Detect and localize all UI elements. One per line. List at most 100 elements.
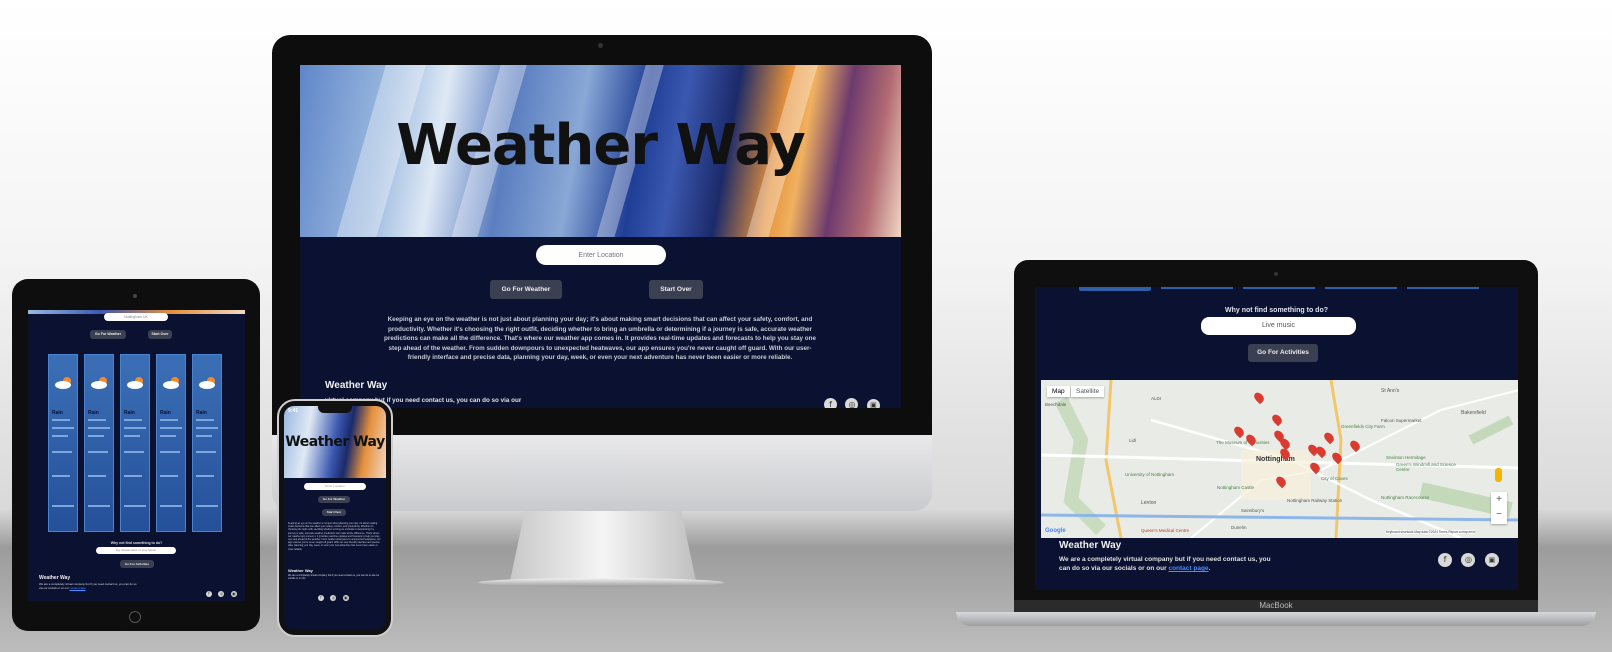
forecast-card-edge <box>1161 287 1233 289</box>
ipad-camera <box>133 294 137 298</box>
activities-prompt: Why not find something to do? <box>110 541 163 545</box>
forecast-condition: Rain <box>88 410 99 416</box>
macbook-base <box>956 612 1596 626</box>
footer-text: We are a completely virtual company but … <box>288 574 380 581</box>
map-place-label: Dunelm <box>1231 525 1247 530</box>
cloudy-sun-icon <box>91 377 107 389</box>
forecast-condition: Rain <box>52 410 63 416</box>
forecast-condition: Rain <box>196 410 207 416</box>
linkedin-icon[interactable]: ▣ <box>342 595 349 601</box>
facebook-icon[interactable]: f <box>318 595 324 601</box>
start-over-button[interactable]: Start Over <box>322 509 346 516</box>
map-place-label: St Ann's <box>1381 388 1400 394</box>
map-type-map-button[interactable]: Map <box>1047 386 1070 397</box>
location-input[interactable] <box>536 245 666 265</box>
map-place-label: Lenton <box>1141 500 1157 506</box>
map-place-label: The Museum of Curiosities <box>1216 440 1270 445</box>
forecast-card-edge <box>1079 287 1151 291</box>
go-for-activities-button[interactable]: Go For Activities <box>1248 344 1318 362</box>
cloudy-sun-icon <box>199 377 215 389</box>
start-over-button[interactable]: Start Over <box>649 280 703 299</box>
cloudy-sun-icon <box>127 377 143 389</box>
start-over-button[interactable]: Start Over <box>148 330 172 339</box>
map-place-label: Bakersfield <box>1461 410 1486 416</box>
macbook-label: MacBook <box>1014 600 1538 612</box>
forecast-condition: Rain <box>124 410 135 416</box>
map-place-label: Sneinton Hermitage <box>1386 455 1426 460</box>
hero-banner: Weather Way <box>300 65 901 237</box>
forecast-condition: Rain <box>160 410 171 416</box>
ipad-screen: Nottingham UK Go For Weather Start Over … <box>28 310 245 601</box>
instagram-icon[interactable]: ◎ <box>845 398 859 408</box>
instagram-icon[interactable]: ◎ <box>330 595 337 601</box>
linkedin-icon[interactable]: ▣ <box>866 399 880 408</box>
map-place-label: University of Nottingham <box>1125 472 1175 477</box>
phone-notch <box>318 406 352 413</box>
activity-input[interactable]: Live music <box>1201 317 1356 335</box>
intro-paragraph: Keeping an eye on the weather is not jus… <box>384 316 816 362</box>
forecast-card-edge <box>1325 287 1397 289</box>
map-place-label: Greenfields City Farm <box>1341 424 1385 429</box>
instagram-icon[interactable]: ◎ <box>1461 553 1476 567</box>
forecast-card: Rain <box>120 354 150 532</box>
forecast-card: Rain <box>156 354 186 532</box>
linkedin-icon[interactable]: ▣ <box>1484 553 1499 567</box>
contact-page-link[interactable]: contact page <box>1168 565 1208 572</box>
map-place-label: Nottingham Racecourse <box>1381 495 1430 500</box>
macbook-camera <box>1274 272 1278 276</box>
imac-stand-base <box>478 578 724 587</box>
footer-title: Weather Way <box>288 568 313 573</box>
map-zoom-control[interactable]: + − <box>1491 492 1507 524</box>
map-place-label: Queen's Medical Centre <box>1141 528 1190 533</box>
status-time: 9:41 <box>288 408 299 414</box>
go-for-activities-button[interactable]: Go For Activities <box>120 560 154 568</box>
activity-input[interactable]: Eg. Restaurants or Live Music <box>96 547 176 554</box>
footer-text: We are a completely virtual company but … <box>1059 556 1271 572</box>
linkedin-icon[interactable]: ▣ <box>230 591 237 597</box>
map-place-label: Sainsbury's <box>1241 508 1265 513</box>
map-place-label: Green's Windmill and Science Centre <box>1396 462 1456 472</box>
imac-stand <box>510 511 696 581</box>
footer-title: Weather Way <box>1059 540 1122 551</box>
map-place-label: Beechdale <box>1045 402 1067 407</box>
forecast-card: Rain <box>192 354 222 532</box>
site-title: Weather Way <box>285 434 385 450</box>
imac-screen: Weather Way Go For Weather Start Over Ke… <box>300 65 901 408</box>
footer-title: Weather Way <box>325 380 388 391</box>
map-type-satellite-button[interactable]: Satellite <box>1071 386 1105 397</box>
cloudy-sun-icon <box>163 377 179 389</box>
google-logo: Google <box>1045 528 1066 534</box>
imac-camera <box>598 43 603 48</box>
intro-paragraph: Keeping an eye on the weather is not jus… <box>288 522 381 551</box>
iphone-screen: 9:41 Weather Way Enter Location Go For W… <box>284 406 386 630</box>
ipad-home-button <box>129 611 141 623</box>
activities-map[interactable]: Map Satellite Nottingham St Ann's Bakers… <box>1041 380 1518 538</box>
map-place-label: Nottingham Railway Station <box>1287 498 1343 503</box>
map-place-label: Falcon Supermarket <box>1381 418 1422 423</box>
contact-page-link[interactable]: contact page <box>69 586 85 590</box>
go-for-weather-button[interactable]: Go For Weather <box>490 280 562 299</box>
facebook-icon[interactable]: f <box>206 591 212 597</box>
map-place-label: Lidl <box>1129 438 1137 443</box>
map-place-label: City of Caves <box>1321 476 1348 481</box>
location-input[interactable]: Enter Location <box>304 483 366 490</box>
macbook-screen: Why not find something to do? Live music… <box>1035 287 1518 590</box>
map-place-label: ALDI <box>1151 396 1162 401</box>
forecast-card-edge <box>1407 287 1479 289</box>
go-for-weather-button[interactable]: Go For Weather <box>318 496 350 503</box>
footer-title: Weather Way <box>39 575 71 581</box>
activities-prompt: Why not find something to do? <box>1224 307 1329 314</box>
pegman-icon[interactable] <box>1495 468 1502 482</box>
map-place-label: Nottingham Castle <box>1217 485 1255 490</box>
map-attribution: Keyboard shortcuts Map data ©2024 Terms … <box>1386 530 1476 534</box>
forecast-card-edge <box>1243 287 1315 289</box>
facebook-icon[interactable]: f <box>824 398 837 408</box>
go-for-weather-button[interactable]: Go For Weather <box>90 330 126 339</box>
forecast-card: Rain <box>84 354 114 532</box>
facebook-icon[interactable]: f <box>1438 553 1452 567</box>
instagram-icon[interactable]: ◎ <box>218 591 225 597</box>
cloudy-sun-icon <box>55 377 71 389</box>
footer-text: We are a completely virtual company but … <box>39 582 137 590</box>
forecast-card: Rain <box>48 354 78 532</box>
location-input[interactable]: Nottingham UK <box>104 313 168 321</box>
